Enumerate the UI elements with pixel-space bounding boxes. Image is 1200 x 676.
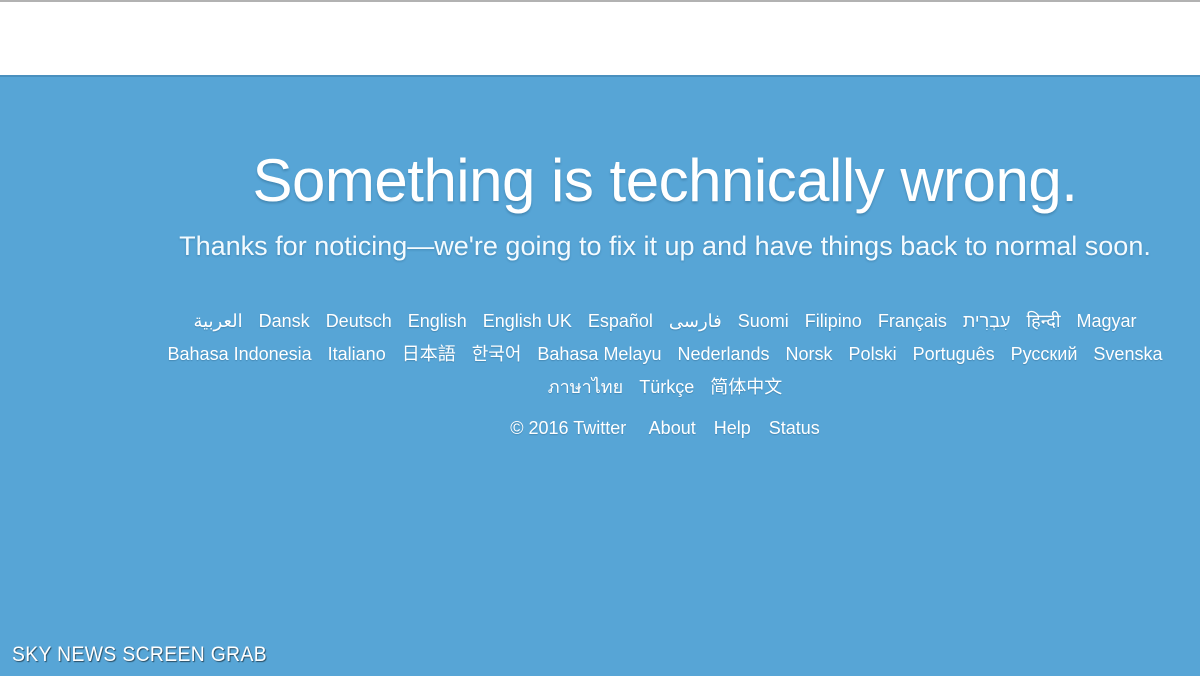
language-link[interactable]: हिन्दी xyxy=(1018,305,1068,338)
page-subtitle: Thanks for noticing—we're going to fix i… xyxy=(179,231,1151,261)
language-link[interactable]: Русский xyxy=(1003,338,1086,371)
copyright-notice: © 2016 Twitter xyxy=(510,418,627,438)
language-row-2: Bahasa Indonesia Italiano 日本語 한국어 Bahasa Mel… xyxy=(0,338,1200,371)
language-link[interactable]: Suomi xyxy=(730,305,797,338)
footer-link-help[interactable]: Help xyxy=(705,413,760,443)
language-link[interactable]: Português xyxy=(905,338,1003,371)
language-link[interactable]: 한국어 xyxy=(464,338,530,371)
language-selector: العربية Dansk Deutsch English English UK Espa… xyxy=(0,305,1200,404)
language-link[interactable]: Filipino xyxy=(797,305,870,338)
footer-link-about[interactable]: About xyxy=(640,413,705,443)
language-link[interactable]: 日本語 xyxy=(394,338,464,371)
page-title: Something is technically wrong. xyxy=(252,147,1078,214)
language-link[interactable]: 简体中文 xyxy=(702,371,790,404)
language-row-3: ภาษาไทย Türkçe 简体中文 xyxy=(0,371,1200,404)
screenshot-root: Something is technically wrong. Thanks f… xyxy=(0,0,1200,676)
language-link[interactable]: Bahasa Indonesia xyxy=(160,338,320,371)
twitter-error-page: Something is technically wrong. Thanks f… xyxy=(0,75,1200,676)
language-link[interactable]: Dansk xyxy=(251,305,318,338)
language-link[interactable]: Italiano xyxy=(320,338,394,371)
language-link[interactable]: العربية xyxy=(185,305,250,338)
language-link[interactable]: Norsk xyxy=(778,338,841,371)
language-link[interactable]: Türkçe xyxy=(631,371,702,404)
language-link[interactable]: עִבְרִית xyxy=(955,305,1019,338)
language-link[interactable]: Español xyxy=(580,305,661,338)
footer-links: About Help Status xyxy=(640,418,829,438)
broadcaster-watermark: SKY NEWS SCREEN GRAB xyxy=(12,643,268,666)
language-link[interactable]: ภาษาไทย xyxy=(540,371,631,404)
language-link[interactable]: Français xyxy=(870,305,955,338)
error-page-content: Something is technically wrong. Thanks f… xyxy=(0,77,1200,676)
language-link[interactable]: Deutsch xyxy=(318,305,400,338)
language-row-1: العربية Dansk Deutsch English English UK Espa… xyxy=(0,305,1200,338)
language-link[interactable]: Nederlands xyxy=(669,338,777,371)
language-link[interactable]: Polski xyxy=(841,338,905,371)
page-footer: © 2016 Twitter About Help Status xyxy=(0,413,1200,443)
language-link[interactable]: English xyxy=(400,305,475,338)
language-link[interactable]: Bahasa Melayu xyxy=(529,338,669,371)
language-link[interactable]: Magyar xyxy=(1069,305,1145,338)
language-link[interactable]: English UK xyxy=(475,305,580,338)
language-link[interactable]: Svenska xyxy=(1085,338,1170,371)
language-link[interactable]: فارسی xyxy=(661,305,730,338)
footer-link-status[interactable]: Status xyxy=(760,413,829,443)
browser-chrome-strip xyxy=(0,2,1200,75)
